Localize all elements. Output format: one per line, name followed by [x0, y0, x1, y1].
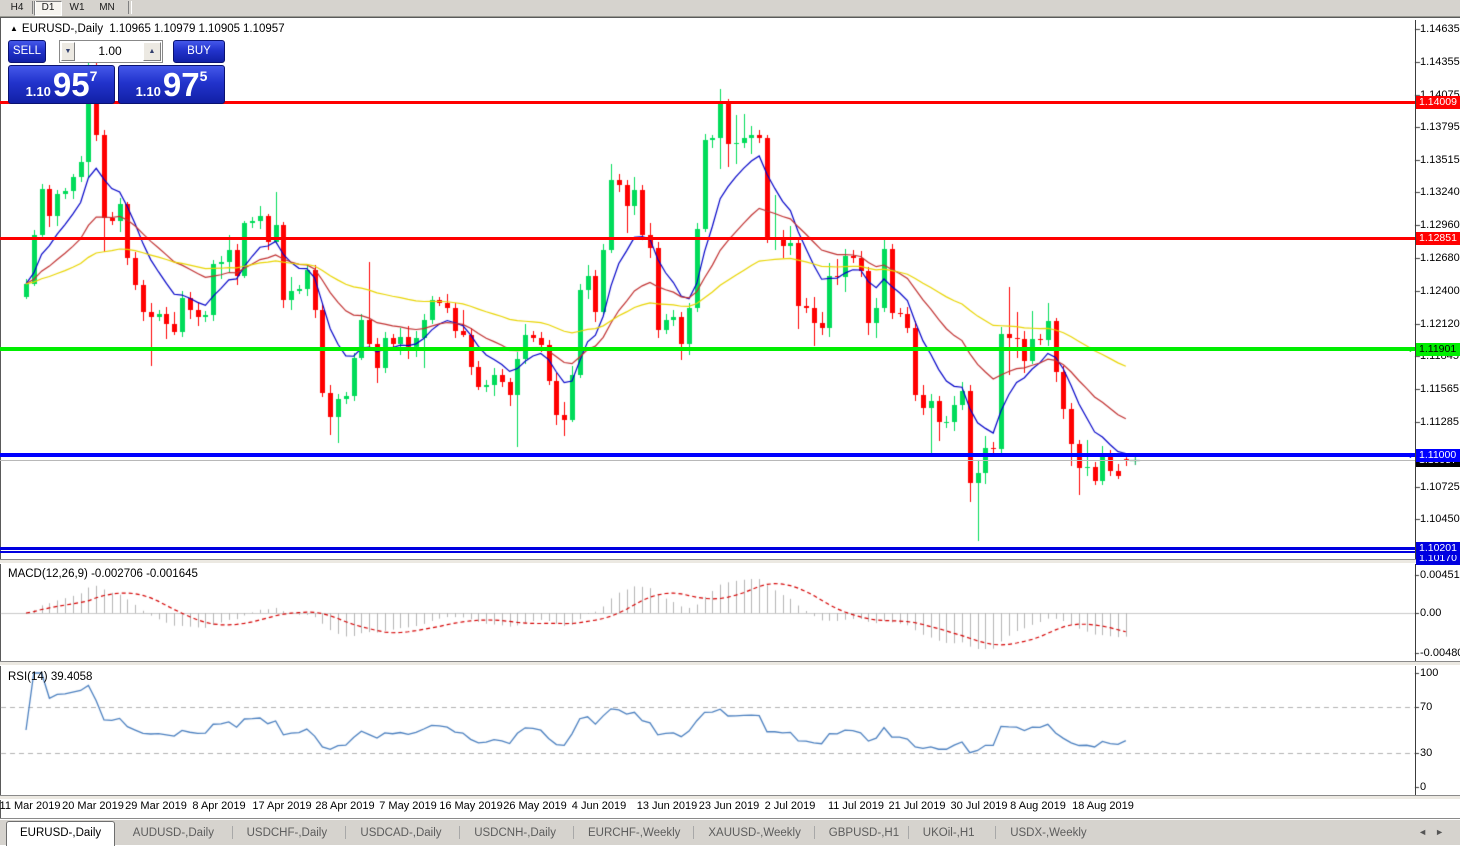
one-click-trading-panel: SELL ▼ 1.00 ▲ BUY 1.10 95 7 1.10 97 5 — [8, 40, 225, 104]
buy-price-big: 97 — [162, 66, 200, 103]
rsi-value: 39.4058 — [50, 671, 93, 683]
price-badge-1.11000: 1.11000 — [1416, 448, 1460, 462]
trading-terminal: H4 D1 W1 MN ▲ EURUSD-,Daily 1.10965 1.10979 1.… — [0, 0, 1460, 846]
price-axis-label: 1.10725 — [1420, 481, 1460, 494]
horizontal-line-1.10201[interactable] — [0, 547, 1415, 551]
timeframe-button-h4[interactable]: H4 — [4, 1, 30, 14]
ohlc-close: 1.10957 — [243, 23, 285, 35]
price-axis-label: 1.13515 — [1420, 154, 1460, 167]
price-axis-label: 1.12960 — [1420, 219, 1460, 232]
timeframe-button-mn[interactable]: MN — [94, 1, 120, 14]
volume-stepper: ▼ 1.00 ▲ — [59, 40, 163, 63]
tab-item-usdx-weekly[interactable]: USDX-,Weekly — [997, 822, 1099, 844]
chart-tab-bar: ◄► EURUSD-,Daily AUDUSD-,Daily USDCHF-,Dai… — [0, 819, 1460, 846]
tab-item-ukoil-h1[interactable]: UKOil-,H1 — [910, 822, 988, 844]
price-badge-1.11901: 1.11901 — [1416, 342, 1460, 356]
line-anchor-icon[interactable]: ◄ — [1404, 345, 1413, 354]
rsi-axis-label: 70 — [1420, 701, 1433, 713]
tab-separator — [573, 826, 574, 839]
buy-price-sup: 5 — [199, 68, 208, 84]
price-chart-canvas[interactable] — [0, 0, 1460, 844]
panel-separator-main-macd[interactable] — [0, 559, 1460, 564]
tab-separator — [995, 826, 997, 839]
toolbar-separator — [32, 1, 36, 14]
macd-indicator-label: MACD(12,26,9) -0.002706 -0.001645 — [8, 568, 198, 580]
tab-item-xauusd-weekly[interactable]: XAUUSD-,Weekly — [695, 822, 813, 844]
timeframe-toolbar: H4 D1 W1 MN — [0, 0, 1460, 17]
horizontal-line-1.11901[interactable] — [0, 347, 1415, 352]
tab-item-usdcad-daily[interactable]: USDCAD-,Daily — [347, 822, 454, 844]
price-axis-label: 1.13795 — [1420, 121, 1460, 134]
price-axis-label: 1.10450 — [1420, 513, 1460, 526]
price-axis-label: 1.11285 — [1420, 415, 1459, 428]
macd-axis-label: 0.00 — [1420, 607, 1442, 619]
macd-axis-label: -0.004806 — [1420, 647, 1460, 659]
sell-price-prefix: 1.10 — [25, 84, 51, 99]
price-axis-label: 1.11565 — [1420, 382, 1459, 395]
sell-price-button[interactable]: 1.10 95 7 — [8, 65, 115, 104]
tab-item-eurchf-weekly[interactable]: EURCHF-,Weekly — [575, 822, 693, 844]
price-axis-label: 1.14355 — [1420, 55, 1460, 68]
tab-separator — [231, 826, 233, 839]
horizontal-line-1.12851[interactable] — [0, 236, 1415, 240]
price-axis-label: 1.12400 — [1420, 284, 1460, 297]
macd-name: MACD(12,26,9) — [8, 568, 88, 580]
collapse-triangle-icon[interactable]: ▲ — [10, 24, 18, 33]
price-axis-label: 1.12680 — [1420, 252, 1460, 265]
horizontal-line-1.10170[interactable] — [0, 551, 1415, 554]
macd-values: -0.002706 -0.001645 — [91, 568, 198, 580]
price-axis-label: 1.13240 — [1420, 186, 1460, 199]
volume-value[interactable]: 1.00 — [76, 41, 144, 62]
ohlc-high: 1.10979 — [153, 23, 196, 35]
tab-separator — [907, 826, 909, 839]
tab-separator — [693, 826, 695, 839]
price-axis-border — [1415, 20, 1416, 795]
price-badge-1.10201: 1.10201 — [1416, 542, 1460, 556]
timeframe-button-d1[interactable]: D1 — [34, 1, 62, 16]
tab-item-gbpusd-h1[interactable]: GBPUSD-,H1 — [816, 822, 912, 844]
tab-scroll-arrows[interactable]: ◄► — [1418, 827, 1452, 837]
price-axis-label: 1.12120 — [1420, 317, 1460, 330]
line-anchor-icon[interactable]: ◄ — [1404, 451, 1413, 460]
ohlc-low: 1.10905 — [198, 23, 241, 35]
tab-item-usdcnh-daily[interactable]: USDCNH-,Daily — [461, 822, 569, 844]
tab-item-usdchf-daily[interactable]: USDCHF-,Daily — [234, 822, 341, 844]
volume-increase-icon[interactable]: ▲ — [143, 42, 161, 61]
tab-separator — [459, 826, 461, 839]
panel-separator-rsi-dates — [0, 795, 1460, 800]
price-badge-1.12851: 1.12851 — [1416, 231, 1460, 245]
rsi-axis-label: 100 — [1420, 667, 1439, 679]
panel-separator-macd-rsi[interactable] — [0, 661, 1460, 666]
timeframe-button-w1[interactable]: W1 — [64, 1, 90, 14]
volume-decrease-icon[interactable]: ▼ — [61, 42, 75, 61]
buy-price-prefix: 1.10 — [135, 84, 161, 99]
ohlc-open: 1.10965 — [109, 23, 151, 35]
macd-axis-label: 0.004517 — [1420, 569, 1460, 581]
tab-separator — [345, 826, 347, 839]
current-price-line — [0, 460, 1415, 461]
sell-price-big: 95 — [52, 66, 90, 103]
horizontal-line-1.11000[interactable] — [0, 453, 1415, 457]
rsi-axis-label: 0 — [1420, 781, 1427, 793]
tab-scroll-right-icon[interactable]: ► — [1435, 827, 1452, 837]
sell-price-sup: 7 — [89, 68, 98, 84]
tab-item-audusd-daily[interactable]: AUDUSD-,Daily — [120, 822, 227, 844]
chart-ohlc-header: ▲ EURUSD-,Daily 1.10965 1.10979 1.10905 1.10… — [10, 23, 288, 35]
price-axis-label: 1.14635 — [1420, 22, 1460, 35]
symbol-period-label: EURUSD-,Daily — [21, 23, 104, 35]
tab-item-eurusd-daily[interactable]: EURUSD-,Daily — [6, 821, 116, 846]
tab-separator — [813, 826, 815, 839]
rsi-axis-label: 30 — [1420, 747, 1433, 759]
tab-scroll-left-icon[interactable]: ◄ — [1418, 827, 1435, 837]
buy-button[interactable]: BUY — [173, 40, 225, 63]
toolbar-separator — [128, 1, 132, 14]
rsi-name: RSI(14) — [8, 671, 48, 683]
rsi-indicator-label: RSI(14) 39.4058 — [8, 671, 92, 683]
price-badge-1.14009: 1.14009 — [1416, 95, 1460, 109]
sell-button[interactable]: SELL — [8, 40, 46, 63]
buy-price-button[interactable]: 1.10 97 5 — [118, 65, 225, 104]
